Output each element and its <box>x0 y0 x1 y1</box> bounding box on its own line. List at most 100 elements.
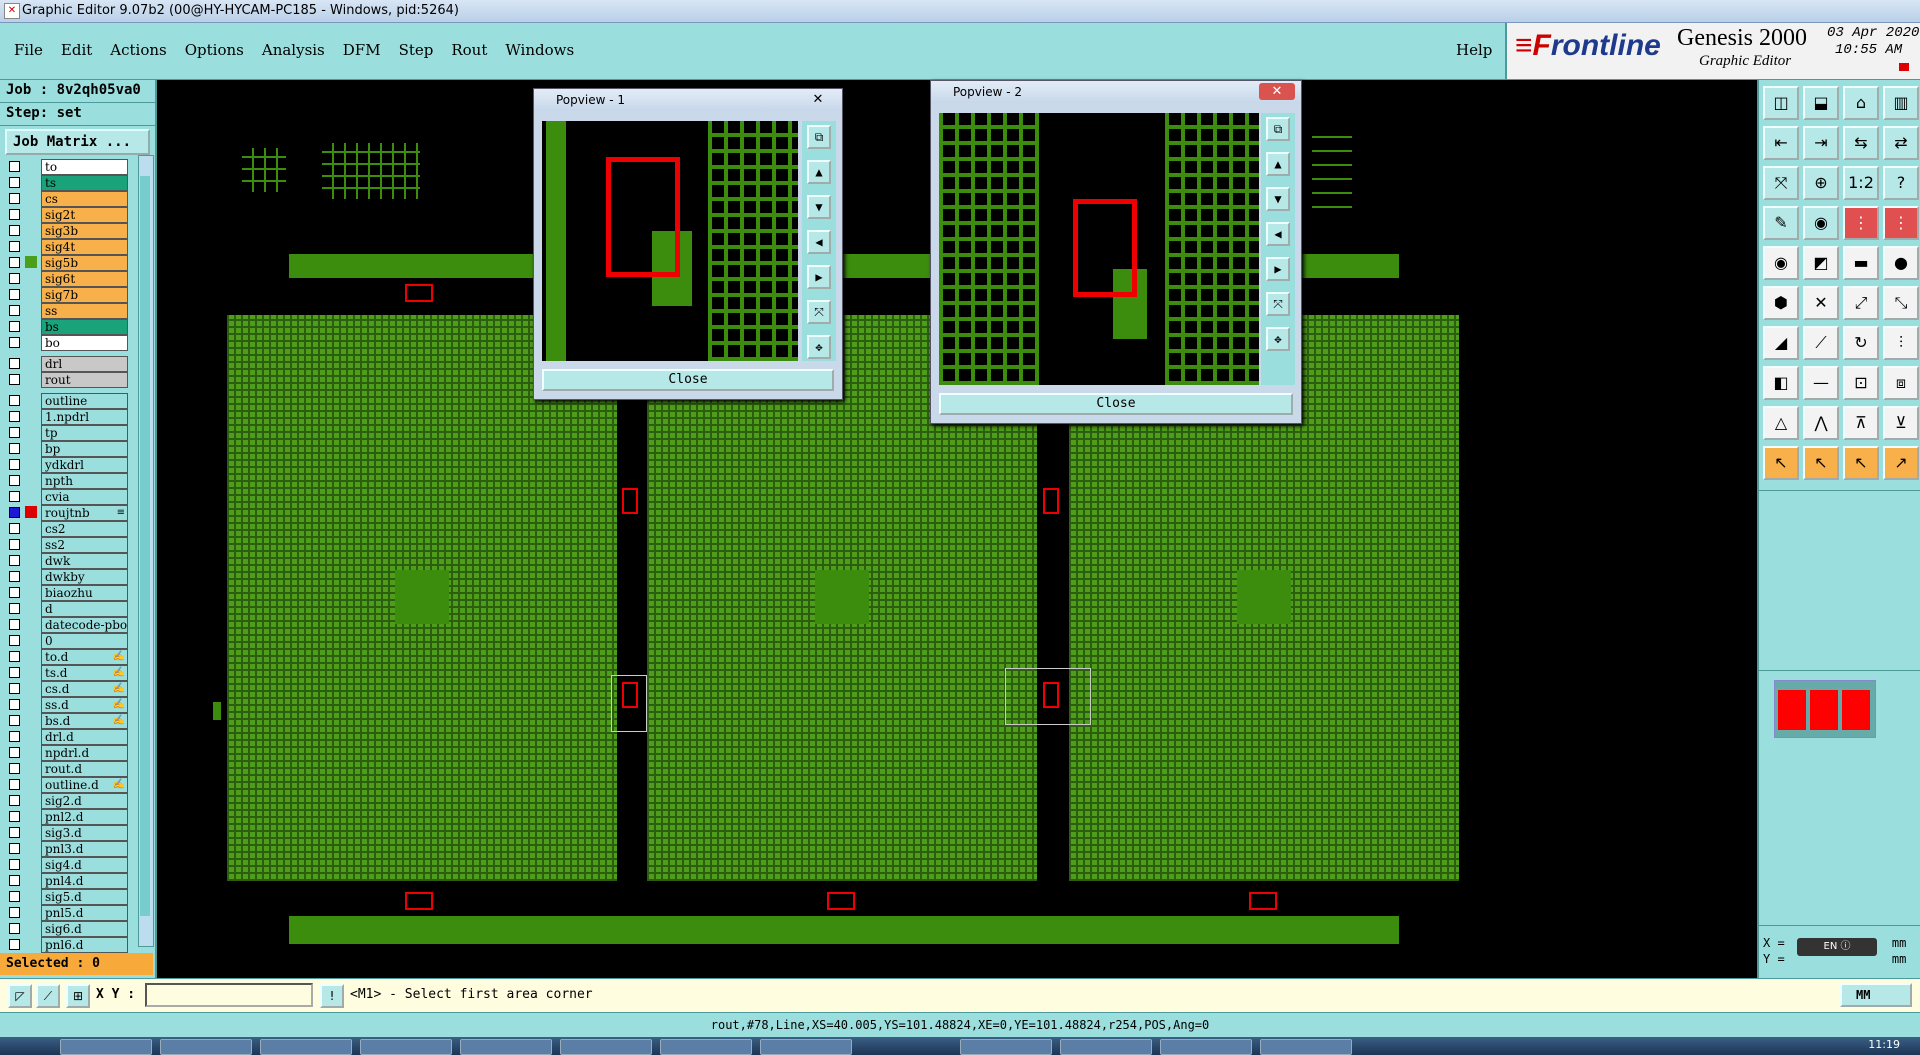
layer-name[interactable]: ydkdrl <box>41 457 128 473</box>
popview-1-viewport[interactable] <box>542 121 798 361</box>
select-area-icon[interactable]: ↖ <box>1803 446 1839 480</box>
surface-icon[interactable]: ◩ <box>1803 246 1839 280</box>
layer-row[interactable]: to <box>4 158 128 175</box>
layer-row[interactable]: cs.d ✍ <box>4 680 128 697</box>
layer-checkbox[interactable] <box>9 475 20 486</box>
taskbar-item[interactable] <box>760 1039 852 1055</box>
layer-name[interactable]: rout.d <box>41 761 128 777</box>
layer-row[interactable]: dwkby <box>4 568 128 585</box>
layer-row[interactable]: sig2.d <box>4 792 128 809</box>
snap-icon[interactable]: ◉ <box>1803 206 1839 240</box>
layer-row[interactable]: 0 <box>4 632 128 649</box>
layer-row[interactable]: sig4t <box>4 238 128 255</box>
layer-row[interactable]: 1.npdrl <box>4 408 128 425</box>
layer-row[interactable]: roujtnb ≡ <box>4 504 128 521</box>
layer-row[interactable]: pnl5.d <box>4 904 128 921</box>
triangle-icon[interactable]: △ <box>1763 406 1799 440</box>
menu-dfm[interactable]: DFM <box>343 41 381 59</box>
menu-options[interactable]: Options <box>185 41 244 59</box>
popview-1-close-button[interactable]: Close <box>542 369 834 391</box>
layer-checkbox[interactable] <box>9 225 20 236</box>
layer-name[interactable]: pnl2.d <box>41 809 128 825</box>
layer-checkbox[interactable] <box>9 177 20 188</box>
grid-icon[interactable]: ⊞ <box>66 984 90 1008</box>
layer-checkbox[interactable] <box>9 875 20 886</box>
circle-icon[interactable]: ● <box>1883 246 1919 280</box>
layer-name[interactable]: npdrl.d <box>41 745 128 761</box>
layer-checkbox[interactable] <box>9 374 20 385</box>
layer-name[interactable]: sig7b <box>41 287 128 303</box>
layer-checkbox[interactable] <box>9 635 20 646</box>
popview-1-window[interactable]: Popview - 1 ✕ ⧉ ▲ ▼ ◀ ▶ ⤧ ✥ Close <box>533 88 843 400</box>
layer-checkbox[interactable] <box>9 507 20 518</box>
navigator-thumbnail[interactable] <box>1774 680 1876 740</box>
layer-checkbox[interactable] <box>9 411 20 422</box>
layer-name[interactable]: sig5b <box>41 255 128 271</box>
layer-name[interactable]: outline <box>41 393 128 409</box>
language-indicator[interactable]: EN ⓘ <box>1797 938 1877 956</box>
edit-icon[interactable]: ✎ <box>1763 206 1799 240</box>
layer-name[interactable]: d <box>41 601 128 617</box>
layer-row[interactable]: bs.d ✍ <box>4 712 128 729</box>
layer-name[interactable]: sig2t <box>41 207 128 223</box>
layer-row[interactable]: bo <box>4 334 128 351</box>
layer-name[interactable]: rout <box>41 372 128 388</box>
layer-name[interactable]: sig5.d <box>41 889 128 905</box>
taskbar-item[interactable] <box>1060 1039 1152 1055</box>
select-icon[interactable]: ↖ <box>1763 446 1799 480</box>
layer-checkbox[interactable] <box>9 795 20 806</box>
popview-2-window[interactable]: Popview - 2 ✕ ⧉ ▲ ▼ ◀ ▶ ⤧ ✥ Close <box>930 80 1302 424</box>
layer-row[interactable]: sig6t <box>4 270 128 287</box>
layer-row[interactable]: ss.d ✍ <box>4 696 128 713</box>
layer-display-mark[interactable] <box>25 256 37 268</box>
layer-name[interactable]: tp <box>41 425 128 441</box>
taskbar-item[interactable] <box>960 1039 1052 1055</box>
align-icon[interactable]: ⫶ <box>1883 326 1919 360</box>
info-icon[interactable]: ! <box>320 984 344 1008</box>
layer-row[interactable]: d <box>4 600 128 617</box>
menu-actions[interactable]: Actions <box>110 41 166 59</box>
popview-pan-up-icon[interactable]: ▲ <box>1266 152 1290 176</box>
layer-name[interactable]: 0 <box>41 633 128 649</box>
layer-row[interactable]: ts.d ✍ <box>4 664 128 681</box>
layer-row[interactable]: to.d ✍ <box>4 648 128 665</box>
layer-checkbox[interactable] <box>9 651 20 662</box>
layer-checkbox[interactable] <box>9 763 20 774</box>
arc-icon[interactable]: ◢ <box>1763 326 1799 360</box>
layer-name[interactable]: bo <box>41 335 128 351</box>
layer-checkbox[interactable] <box>9 699 20 710</box>
popview-2-close-button[interactable]: Close <box>939 393 1293 415</box>
layout-icon[interactable]: ▥ <box>1883 86 1919 120</box>
help-icon[interactable]: ? <box>1883 166 1919 200</box>
layer-name[interactable]: dwkby <box>41 569 128 585</box>
layer-name[interactable]: bs.d ✍ <box>41 713 128 729</box>
layer-name[interactable]: drl <box>41 356 128 372</box>
resize-icon[interactable]: ⤡ <box>1883 286 1919 320</box>
layer-row[interactable]: datecode-pbo <box>4 616 128 633</box>
layer-row[interactable]: pnl2.d <box>4 808 128 825</box>
layer-checkbox[interactable] <box>9 289 20 300</box>
layer-name[interactable]: datecode-pbo <box>41 617 128 633</box>
frame-icon[interactable]: ⊡ <box>1843 366 1879 400</box>
layer-name[interactable]: sig6.d <box>41 921 128 937</box>
layer-name[interactable]: sig4t <box>41 239 128 255</box>
select-mode-icon[interactable]: ◸ <box>8 984 32 1008</box>
layer-name[interactable]: to.d ✍ <box>41 649 128 665</box>
scale-icon[interactable]: 1:2 <box>1843 166 1879 200</box>
popview-1-close-icon[interactable]: ✕ <box>800 91 836 108</box>
layer-name[interactable]: dwk <box>41 553 128 569</box>
layer-checkbox[interactable] <box>9 939 20 950</box>
dash-icon[interactable]: — <box>1803 366 1839 400</box>
xy-input[interactable] <box>145 983 313 1007</box>
delete-icon[interactable]: ✕ <box>1803 286 1839 320</box>
pan-right-icon[interactable]: ⇄ <box>1883 126 1919 160</box>
layer-name[interactable]: bs <box>41 319 128 335</box>
layer-checkbox[interactable] <box>9 241 20 252</box>
unit-selector[interactable]: MM <box>1840 983 1912 1007</box>
rotate-icon[interactable]: ↻ <box>1843 326 1879 360</box>
popview-fit-icon[interactable]: ⤧ <box>807 300 831 324</box>
taskbar-item[interactable] <box>60 1039 152 1055</box>
zoom-center-icon[interactable]: ⊕ <box>1803 166 1839 200</box>
layer-name[interactable]: sig6t <box>41 271 128 287</box>
layer-checkbox[interactable] <box>9 395 20 406</box>
